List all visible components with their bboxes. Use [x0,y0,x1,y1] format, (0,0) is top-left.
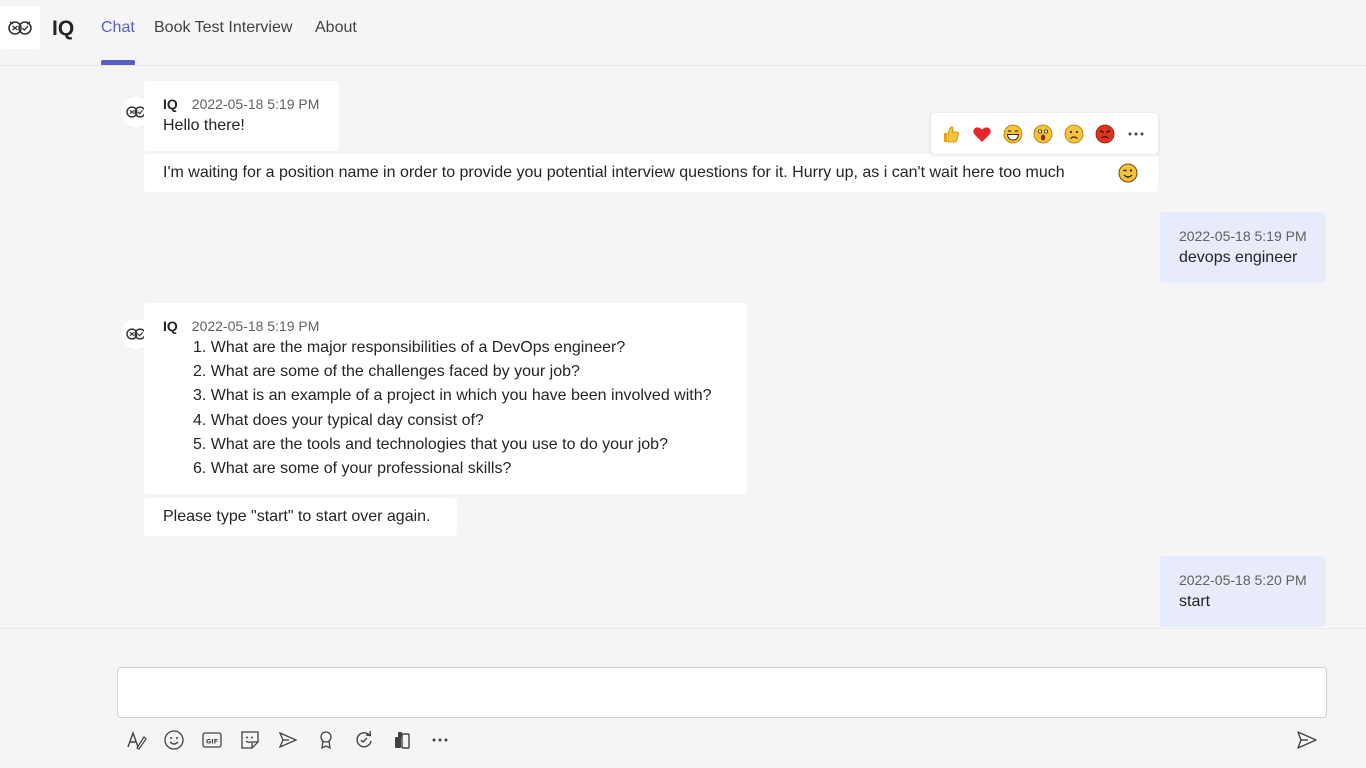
message-text: Please type "start" to start over again. [163,508,431,525]
heart-reaction-icon[interactable] [971,123,993,145]
sticker-icon[interactable] [238,728,262,752]
svg-text:GIF: GIF [206,738,218,746]
send-icon[interactable] [1295,728,1319,752]
praise-icon[interactable] [314,728,338,752]
message-timestamp: 2022-05-18 5:19 PM [191,96,320,112]
list-item: 6. What are some of your professional sk… [193,460,512,478]
angry-reaction-icon[interactable] [1094,123,1116,145]
list-item: 2. What are some of the challenges faced… [193,363,580,381]
user-message-devops[interactable]: 2022-05-18 5:19 PM devops engineer [1160,212,1326,283]
compose-box[interactable] [117,667,1327,718]
loop-icon[interactable] [352,728,376,752]
tab-about[interactable]: About [315,19,357,37]
laugh-reaction-icon[interactable] [1002,123,1024,145]
app-header: IQ Chat Book Test Interview About [0,0,1366,66]
list-item: 1. What are the major responsibilities o… [193,339,626,356]
tab-chat[interactable]: Chat [101,19,135,37]
apps-icon[interactable] [390,728,414,752]
message-timestamp: 2022-05-18 5:19 PM [191,318,320,334]
reaction-bar [931,113,1158,154]
bot-message-waiting[interactable]: I'm waiting for a position name in order… [144,154,1158,192]
active-tab-indicator [101,60,135,65]
app-logo[interactable] [0,6,40,49]
message-text: start [1179,593,1211,610]
gif-icon[interactable]: GIF [200,728,224,752]
tab-book-test-interview[interactable]: Book Test Interview [154,19,292,37]
bot-message-start-over[interactable]: Please type "start" to start over again. [144,498,457,536]
user-message-start[interactable]: 2022-05-18 5:20 PM start [1160,556,1326,627]
list-item: 5. What are the tools and technologies t… [193,435,668,453]
message-text: I'm waiting for a position name in order… [163,164,1065,181]
bot-message-hello[interactable]: IQ 2022-05-18 5:19 PM Hello there! [144,81,339,151]
sad-reaction-icon[interactable] [1063,123,1085,145]
more-icon[interactable] [428,728,452,752]
meet-now-icon[interactable] [276,728,300,752]
list-item: 4. What does your typical day consist of… [193,411,484,429]
message-text: devops engineer [1179,249,1298,266]
message-sender: IQ [163,96,178,112]
question-list: 1. What are the major responsibilities o… [163,336,728,481]
surprised-reaction-icon[interactable] [1032,123,1054,145]
owl-icon [8,20,32,35]
compose-divider [0,628,1366,629]
message-timestamp: 2022-05-18 5:19 PM [1179,228,1307,244]
emoji-icon[interactable] [162,728,186,752]
list-item: 3. What is an example of a project in wh… [193,387,712,405]
format-icon[interactable] [124,728,148,752]
message-timestamp: 2022-05-18 5:20 PM [1179,572,1307,588]
message-sender: IQ [163,318,178,334]
like-reaction-icon[interactable] [940,123,962,145]
more-options-icon[interactable] [1125,123,1147,145]
wink-emoji-icon [1118,163,1138,183]
app-name: IQ [52,17,75,40]
bot-message-questions[interactable]: IQ 2022-05-18 5:19 PM 1. What are the maj… [144,303,747,494]
message-text: Hello there! [163,117,245,134]
message-input[interactable] [118,668,1326,717]
